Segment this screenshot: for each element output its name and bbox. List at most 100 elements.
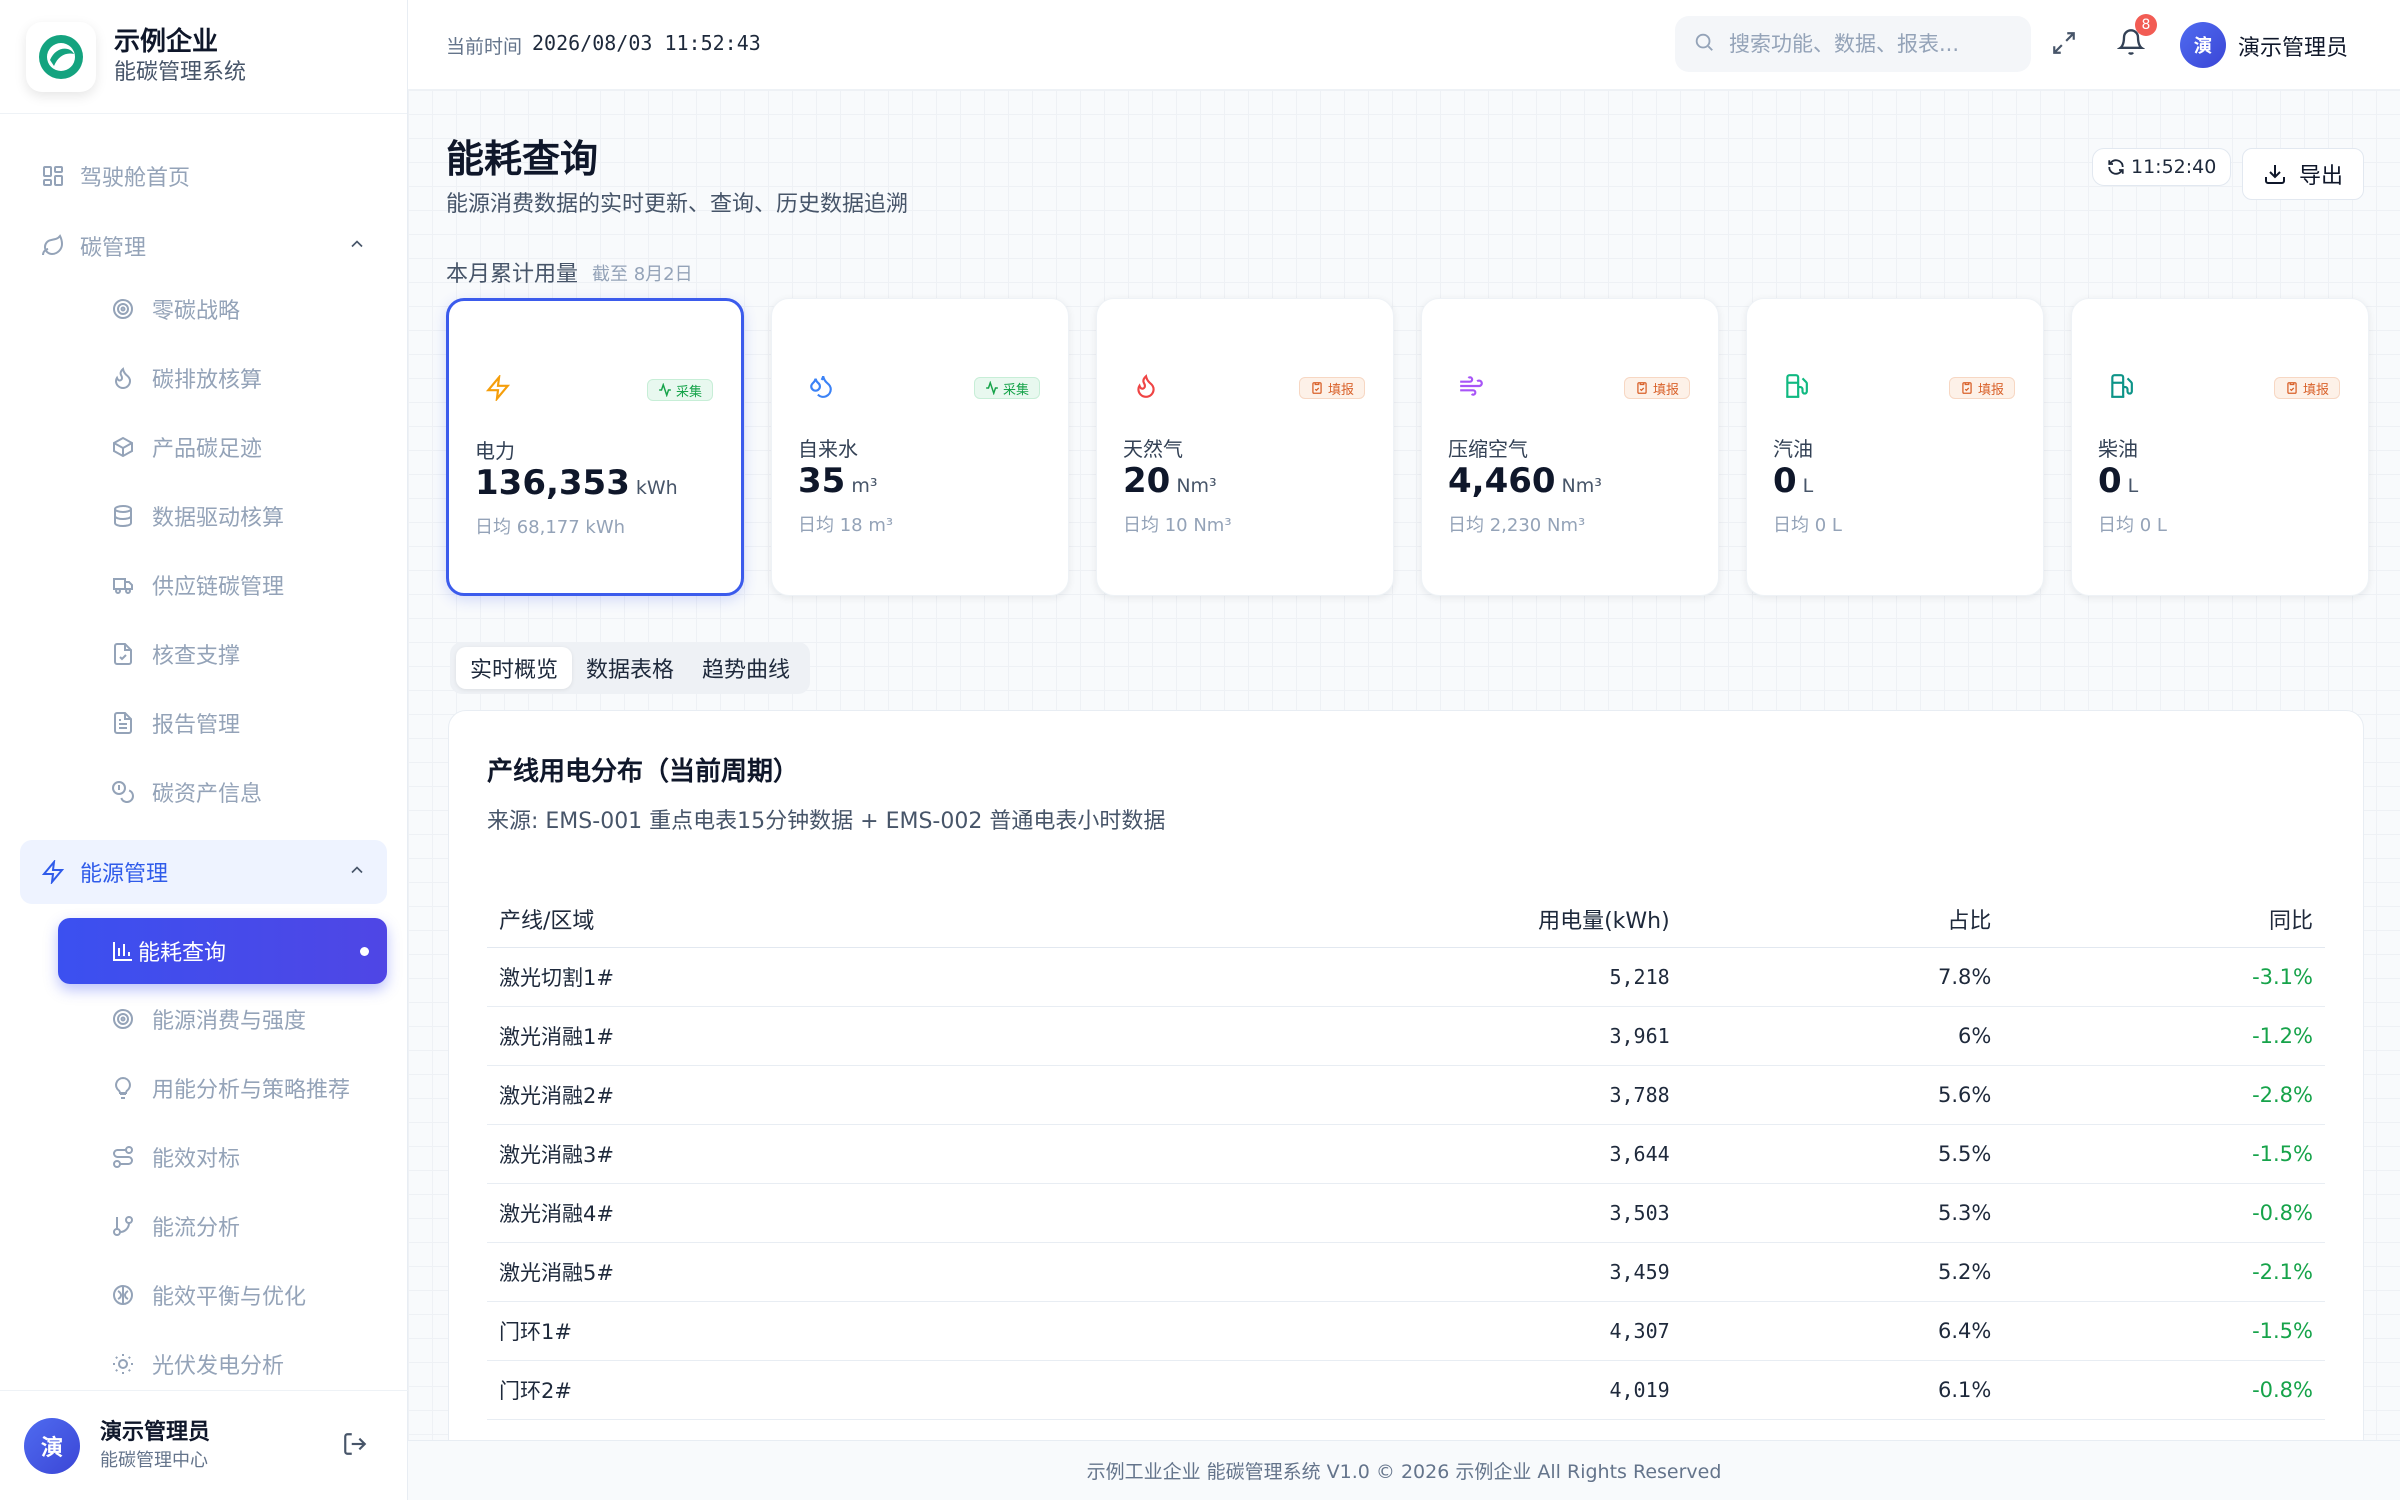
user-name: 演示管理员 (100, 1419, 211, 1445)
source-tag-label: 填报 (1977, 382, 2004, 398)
sidebar-item-product-footprint[interactable]: 产品碳足迹 (0, 412, 407, 481)
card-unit: kWh (635, 477, 678, 499)
sidebar-item-energy-flow[interactable]: 能流分析 (0, 1191, 407, 1260)
file-check-icon (108, 639, 138, 669)
table-row[interactable]: 激光消融1# 3,961 6% -1.2% (487, 1006, 2325, 1066)
tab-overview[interactable]: 实时概览 (456, 647, 573, 689)
column-header-share[interactable]: 占比 (1681, 891, 2004, 948)
column-header-usage[interactable]: 用电量(kWh) (1222, 891, 1682, 948)
git-branch-icon (108, 1211, 138, 1241)
table-header-row: 产线/区域 用电量(kWh) 占比 同比 (487, 891, 2325, 948)
source-tag: 采集 (646, 379, 713, 401)
sidebar-item-zero-carbon[interactable]: 零碳战略 (0, 274, 407, 343)
source-tag: 填报 (1298, 377, 1365, 399)
source-tag-label: 采集 (1002, 382, 1029, 398)
avatar[interactable]: 演 (24, 1417, 80, 1474)
cell-usage: 3,503 (1222, 1183, 1682, 1243)
sidebar-item-solar[interactable]: 光伏发电分析 (0, 1329, 407, 1398)
sidebar-item-verification[interactable]: 核查支撑 (0, 619, 407, 688)
export-button[interactable]: 导出 (2242, 148, 2364, 200)
sidebar-item-carbon-assets[interactable]: 碳资产信息 (0, 757, 407, 826)
cell-share: 6% (1681, 1006, 2004, 1066)
column-header-line[interactable]: 产线/区域 (487, 891, 1223, 948)
sidebar-item-label: 碳资产信息 (152, 781, 263, 807)
logout-icon[interactable] (342, 1431, 368, 1461)
cell-yoy: -3.1% (2003, 947, 2325, 1007)
page-subtitle: 能源消费数据的实时更新、查询、历史数据追溯 (446, 192, 909, 217)
user-role: 能碳管理中心 (100, 1449, 208, 1471)
sidebar-item-energy-query[interactable]: 能耗查询 (58, 918, 387, 984)
user-menu[interactable]: 演示管理员 (2238, 30, 2348, 62)
card-daily-average: 日均 18 m³ (798, 515, 894, 536)
table-row[interactable]: 激光消融5# 3,459 5.2% -2.1% (487, 1242, 2325, 1302)
cell-yoy: -2.8% (2003, 1065, 2325, 1125)
sidebar-item-label: 驾驶舱首页 (80, 166, 191, 191)
chevron-up-icon (347, 234, 367, 260)
sidebar-item-usage-analysis[interactable]: 用能分析与策略推荐 (0, 1053, 407, 1122)
table-row[interactable]: 激光切割1# 5,218 7.8% -3.1% (487, 947, 2325, 1007)
card-daily-average: 日均 0 L (1773, 515, 1842, 536)
lightning-icon (485, 373, 511, 405)
distribution-table: 产线/区域 用电量(kWh) 占比 同比 激光切割1# 5,218 7.8% -… (487, 891, 2325, 1420)
table-row[interactable]: 激光消融4# 3,503 5.3% -0.8% (487, 1183, 2325, 1243)
cell-usage: 3,459 (1222, 1242, 1682, 1302)
card-name: 电力 (475, 439, 515, 463)
tab-trend[interactable]: 趋势曲线 (688, 647, 804, 689)
cell-line: 激光切割1# (487, 947, 1223, 1007)
card-unit: m³ (851, 475, 878, 497)
energy-card[interactable]: 采集 自来水 35 m³ 日均 18 m³ (771, 298, 1069, 596)
activity-icon (985, 381, 999, 395)
refresh-button[interactable]: 11:52:40 (2092, 148, 2232, 186)
energy-card[interactable]: 填报 天然气 20 Nm³ 日均 10 Nm³ (1096, 298, 1394, 596)
card-value: 0 (2098, 461, 2122, 501)
panel-title: 产线用电分布（当前周期） (487, 757, 800, 787)
column-header-yoy[interactable]: 同比 (2003, 891, 2325, 948)
energy-card[interactable]: 采集 电力 136,353 kWh 日均 68,177 kWh (446, 298, 744, 596)
sidebar-item-emission-accounting[interactable]: 碳排放核算 (0, 343, 407, 412)
sun-icon (108, 1349, 138, 1379)
cell-yoy: -1.2% (2003, 1006, 2325, 1066)
energy-card[interactable]: 填报 压缩空气 4,460 Nm³ 日均 2,230 Nm³ (1421, 298, 1719, 596)
truck-icon (108, 570, 138, 600)
sidebar-item-energy-intensity[interactable]: 能源消费与强度 (0, 984, 407, 1053)
cell-share: 7.8% (1681, 947, 2004, 1007)
wind-icon (1458, 373, 1484, 403)
leaf-icon (38, 231, 68, 261)
activity-icon (658, 383, 672, 397)
cell-share: 5.5% (1681, 1124, 2004, 1184)
table-row[interactable]: 门环2# 4,019 6.1% -0.8% (487, 1360, 2325, 1420)
card-daily-average: 日均 68,177 kWh (475, 517, 626, 538)
sidebar-item-efficiency-balance[interactable]: 能效平衡与优化 (0, 1260, 407, 1329)
table-row[interactable]: 激光消融2# 3,788 5.6% -2.8% (487, 1065, 2325, 1125)
tab-data-table[interactable]: 数据表格 (572, 647, 688, 689)
source-tag: 采集 (973, 377, 1040, 399)
grid-icon (38, 161, 68, 191)
sidebar-item-label: 能源消费与强度 (152, 1008, 307, 1034)
sidebar-item-reports[interactable]: 报告管理 (0, 688, 407, 757)
energy-card[interactable]: 填报 汽油 0L 日均 0 L (1746, 298, 2044, 596)
line-distribution-panel: 产线用电分布（当前周期） 来源: EMS-001 重点电表15分钟数据 + EM… (448, 710, 2364, 1490)
sidebar-group-energy[interactable]: 能源管理 (20, 840, 387, 904)
panel-source: 来源: EMS-001 重点电表15分钟数据 + EMS-002 普通电表小时数… (487, 809, 1166, 834)
cell-usage: 3,644 (1222, 1124, 1682, 1184)
fuel-icon (2108, 373, 2134, 403)
cell-yoy: -1.5% (2003, 1301, 2325, 1361)
sidebar-item-supply-chain[interactable]: 供应链碳管理 (0, 550, 407, 619)
avatar[interactable]: 演 (2180, 22, 2226, 68)
sidebar-group-carbon[interactable]: 碳管理 (0, 218, 407, 274)
sidebar-item-data-driven[interactable]: 数据驱动核算 (0, 481, 407, 550)
search-box[interactable] (1675, 16, 2031, 72)
sidebar-item-benchmark[interactable]: 能效对标 (0, 1122, 407, 1191)
table-row[interactable]: 门环1# 4,307 6.4% -1.5% (487, 1301, 2325, 1361)
sidebar-item-cockpit[interactable]: 驾驶舱首页 (0, 148, 407, 204)
cell-yoy: -0.8% (2003, 1360, 2325, 1420)
route-icon (108, 1142, 138, 1172)
energy-card[interactable]: 填报 柴油 0L 日均 0 L (2071, 298, 2369, 596)
table-row[interactable]: 激光消融3# 3,644 5.5% -1.5% (487, 1124, 2325, 1184)
fullscreen-icon[interactable] (2051, 30, 2077, 60)
fuel-icon (1783, 373, 1809, 403)
card-value-row: 35 m³ (798, 461, 877, 501)
search-input[interactable] (1729, 32, 1999, 56)
refresh-icon (2108, 159, 2124, 175)
brand-logo-icon (26, 21, 96, 92)
